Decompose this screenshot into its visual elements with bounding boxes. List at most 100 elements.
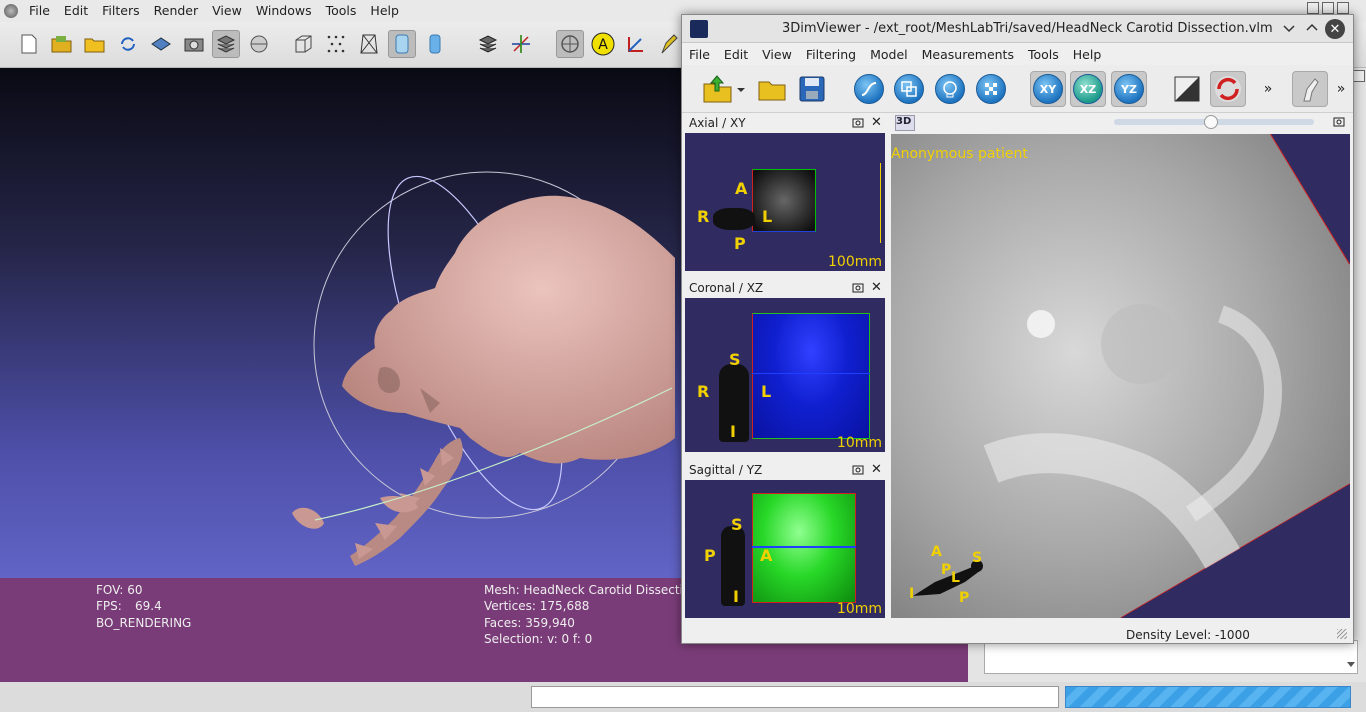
- menu-view[interactable]: View: [205, 0, 249, 22]
- slice-slider[interactable]: [1114, 115, 1314, 129]
- layers-icon[interactable]: [212, 30, 240, 58]
- sagittal-scale: 10mm: [836, 601, 882, 617]
- patient-name: Anonymous patient: [891, 146, 1028, 162]
- reload-icon[interactable]: [114, 30, 142, 58]
- render-mode-readout: BO_RENDERING: [96, 616, 192, 630]
- menu-render[interactable]: Render: [147, 0, 206, 22]
- trackball-icon[interactable]: [556, 30, 584, 58]
- wireframe-render-icon[interactable]: [355, 30, 383, 58]
- coronal-label-s: S: [729, 350, 741, 369]
- volume-3d-view[interactable]: Anonymous patient A P L S P I: [891, 134, 1350, 618]
- menu-edit[interactable]: Edit: [57, 0, 95, 22]
- menu-help[interactable]: Help: [363, 0, 406, 22]
- xy-label: XY: [1033, 74, 1063, 104]
- xz-view-button[interactable]: XZ: [1070, 71, 1106, 107]
- view3d-label-a: A: [931, 544, 942, 560]
- coronal-close-icon[interactable]: ✕: [871, 280, 882, 295]
- menu-tools[interactable]: Tools: [319, 0, 364, 22]
- axial-label-l: L: [762, 207, 773, 226]
- window-minimize-icon[interactable]: [1282, 20, 1296, 36]
- dv-menu-tools[interactable]: Tools: [1021, 47, 1066, 62]
- skull-shape: [342, 195, 675, 464]
- flat-render-icon[interactable]: [421, 30, 449, 58]
- sagittal-label-p: P: [704, 546, 716, 565]
- menu-filters[interactable]: Filters: [95, 0, 146, 22]
- selection-readout: Selection: v: 0 f: 0: [484, 632, 593, 646]
- menu-file[interactable]: File: [22, 0, 57, 22]
- resize-grip-icon[interactable]: [1337, 629, 1347, 639]
- dimviewer-menubar: File Edit View Filtering Model Measureme…: [682, 43, 1353, 65]
- restore-icon[interactable]: [1322, 2, 1334, 14]
- points-render-icon[interactable]: [322, 30, 350, 58]
- coronal-label-i: I: [730, 422, 736, 441]
- axial-label-a: A: [735, 179, 748, 198]
- open-project-icon[interactable]: [48, 30, 76, 58]
- lighting-icon[interactable]: [474, 30, 502, 58]
- dv-menu-edit[interactable]: Edit: [717, 47, 755, 62]
- checker-icon[interactable]: [973, 71, 1009, 107]
- import-mesh-icon[interactable]: [81, 30, 109, 58]
- sagittal-slice-view[interactable]: S P A I 10mm: [685, 480, 885, 618]
- load-data-icon[interactable]: [700, 71, 748, 107]
- xy-view-button[interactable]: XY: [1030, 71, 1066, 107]
- paint-icon[interactable]: [655, 30, 683, 58]
- density-window-icon[interactable]: [851, 71, 887, 107]
- sagittal-label-a: A: [760, 546, 773, 565]
- yz-view-button[interactable]: YZ: [1111, 71, 1147, 107]
- dv-menu-file[interactable]: File: [682, 47, 717, 62]
- raster-layers-icon[interactable]: [245, 30, 273, 58]
- overflow-glyph: »: [1263, 81, 1273, 97]
- new-project-icon[interactable]: [15, 30, 43, 58]
- coronal-snapshot-icon[interactable]: [852, 282, 864, 296]
- slice-slider-handle[interactable]: [1204, 115, 1218, 129]
- sagittal-close-icon[interactable]: ✕: [871, 462, 882, 477]
- sagittal-snapshot-icon[interactable]: [852, 464, 864, 478]
- open-folder-icon[interactable]: [754, 71, 790, 107]
- sagittal-panel-header: Sagittal / YZ ✕: [685, 462, 887, 480]
- panels-icon[interactable]: [891, 71, 927, 107]
- axial-scale: 100mm: [828, 254, 882, 270]
- coronal-scale: 10mm: [836, 435, 882, 451]
- view3d-label-p2: P: [959, 590, 970, 606]
- axes-icon[interactable]: [507, 30, 535, 58]
- toolbar-overflow-2-icon[interactable]: »: [1332, 71, 1350, 107]
- dv-menu-filtering[interactable]: Filtering: [799, 47, 863, 62]
- dv-menu-help[interactable]: Help: [1066, 47, 1109, 62]
- xz-label: XZ: [1073, 74, 1103, 104]
- status-message-field: [531, 686, 1059, 708]
- density-level-readout: Density Level: -1000: [1126, 628, 1250, 642]
- smooth-render-icon[interactable]: [388, 30, 416, 58]
- export-mesh-icon[interactable]: [147, 30, 175, 58]
- menu-windows[interactable]: Windows: [249, 0, 319, 22]
- window-close-icon[interactable]: ✕: [1325, 19, 1345, 39]
- snapshot-icon[interactable]: [180, 30, 208, 58]
- contrast-icon[interactable]: [1169, 71, 1205, 107]
- view3d-snapshot-icon[interactable]: [1333, 116, 1345, 130]
- toolbar-overflow-icon[interactable]: »: [1257, 71, 1279, 107]
- dv-menu-measurements[interactable]: Measurements: [915, 47, 1021, 62]
- reset-view-icon[interactable]: [1210, 71, 1246, 107]
- minimize-icon[interactable]: [1307, 2, 1319, 14]
- dv-menu-view[interactable]: View: [755, 47, 799, 62]
- dv-menu-model[interactable]: Model: [863, 47, 915, 62]
- close-icon[interactable]: [1337, 2, 1349, 14]
- tool-arm-icon[interactable]: [1292, 71, 1328, 107]
- window-maximize-icon[interactable]: [1305, 20, 1319, 36]
- save-icon[interactable]: [794, 71, 830, 107]
- view3d-label-i: I: [909, 586, 915, 602]
- head-model-icon[interactable]: [932, 71, 968, 107]
- axial-snapshot-icon[interactable]: [852, 117, 864, 131]
- measure-icon[interactable]: [622, 30, 650, 58]
- axial-close-icon[interactable]: ✕: [871, 115, 882, 130]
- coronal-slice-view[interactable]: S R L I 10mm: [685, 298, 885, 452]
- log-scroll-down-icon[interactable]: [1346, 656, 1356, 672]
- faces-readout: Faces: 359,940: [484, 616, 575, 630]
- overflow-glyph-2: »: [1336, 81, 1346, 97]
- axial-slice-view[interactable]: A R L P 100mm: [685, 133, 885, 271]
- bbox-render-icon[interactable]: [289, 30, 317, 58]
- dimviewer-titlebar[interactable]: 3DimViewer - /ext_root/MeshLabTri/saved/…: [682, 15, 1353, 43]
- dimviewer-statusbar: Density Level: -1000: [682, 621, 1353, 643]
- annotation-icon[interactable]: A: [589, 30, 617, 58]
- dock-close-icon[interactable]: [1353, 70, 1365, 82]
- coronal-title: Coronal / XZ: [689, 281, 764, 295]
